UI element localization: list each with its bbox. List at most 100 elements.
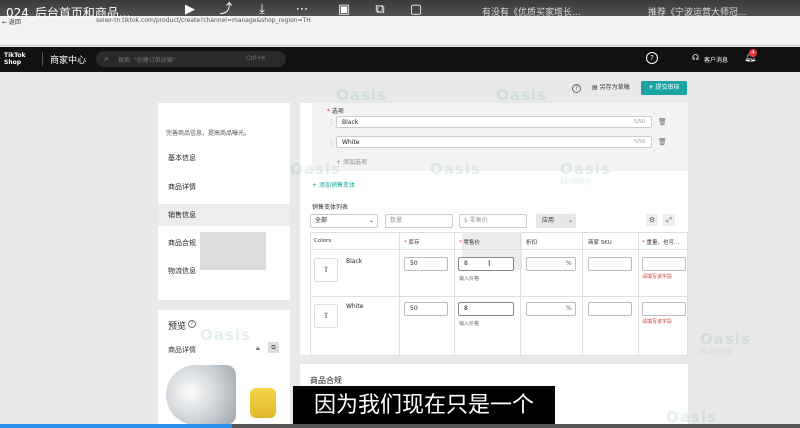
column-divider — [638, 232, 639, 356]
price-input[interactable]: 8 — [458, 302, 514, 316]
col-header-stock: * 库存 — [404, 238, 420, 246]
chevron-down-icon: ⌄ — [567, 217, 573, 224]
col-header-price-text: 零售价 — [463, 240, 481, 246]
option-input-black[interactable] — [336, 116, 652, 128]
col-header-stock-text: 库存 — [408, 240, 420, 246]
download-icon[interactable]: ⤓ — [254, 2, 270, 18]
price-hint: 输入价格 — [459, 321, 480, 327]
watermark: Oasis — [290, 160, 341, 178]
col-header-price: * 零售价 — [459, 238, 480, 246]
text-cursor-icon: I — [488, 259, 491, 268]
filter-select[interactable]: 全部 ⌄ — [310, 214, 378, 228]
percent-suffix: % — [566, 260, 572, 267]
search-shortcut: Ctrl+K — [246, 55, 266, 62]
error-message: 请填写该字段 — [642, 319, 673, 325]
variant-name: White — [346, 303, 364, 310]
submit-label: 提交审核 — [655, 84, 680, 91]
options-label-text: 选项 — [331, 108, 344, 115]
option-value: Black — [342, 119, 359, 126]
trash-icon[interactable]: 🗑︎ — [658, 138, 667, 146]
video-title: 024_后台首页和商品... — [6, 6, 131, 20]
search-placeholder: 搜索: "创建订单运输" — [118, 57, 176, 64]
preview-help-icon[interactable]: ? — [188, 320, 196, 328]
compliance-title: 商品合规 — [310, 376, 342, 385]
sku-input[interactable] — [588, 302, 632, 316]
option-input-white[interactable] — [336, 136, 652, 148]
stock-input[interactable]: 50 — [404, 257, 448, 271]
column-divider — [582, 232, 583, 356]
upload-image-button[interactable]: ⇪ — [314, 304, 338, 328]
video-subtitle: 因为我们现在只是一个 — [293, 386, 555, 426]
price-batch-input[interactable]: $ 零售价 — [459, 214, 527, 228]
options-label: * 选项 — [327, 106, 344, 115]
preview-title: 预览 — [168, 322, 187, 332]
blurred-overlay — [200, 232, 266, 270]
filter-value: 全部 — [315, 217, 328, 224]
save-draft-label: 另存为草稿 — [599, 84, 630, 91]
help-icon[interactable]: ? — [646, 52, 658, 64]
apply-button[interactable]: 应用 ⌄ — [536, 214, 576, 228]
screen-icon[interactable]: ⧉ — [372, 2, 388, 18]
copy-icon[interactable]: ⧉ — [268, 342, 279, 353]
price-input[interactable]: 8 — [458, 257, 514, 271]
add-option-label: 添加选项 — [342, 159, 367, 166]
share-icon[interactable]: ⤴ — [218, 2, 234, 18]
nav-item-sales-info[interactable]: 销售信息 — [158, 204, 290, 226]
column-divider — [399, 232, 400, 356]
watermark-cn: 绿洲跨境 — [560, 177, 592, 186]
weight-input[interactable] — [642, 302, 686, 316]
watermark: Oasis — [200, 326, 251, 344]
header-divider — [42, 52, 43, 66]
nav-item-product-details[interactable]: 商品详情 — [158, 176, 290, 198]
add-variant-button[interactable]: + 添加销售变体 — [312, 180, 355, 189]
column-divider — [454, 232, 455, 356]
draft-icon: ▤ — [592, 84, 600, 91]
lock-icon[interactable]: 🔒︎ — [256, 344, 260, 353]
video-recommend-2[interactable]: 推荐《宁波运营大师冠... — [648, 5, 747, 18]
option-value: White — [342, 139, 360, 146]
col-header-sku: 商家 SKU — [588, 240, 612, 246]
settings-icon[interactable]: ⚙ — [646, 214, 658, 226]
error-message: 请填写该字段 — [642, 274, 673, 280]
watermark: Oasis — [496, 86, 547, 104]
logo-line-1: TikTok — [4, 52, 26, 59]
col-header-weight: * 重量、也可... — [642, 238, 679, 246]
nav-item-basic-info[interactable]: 基本信息 — [158, 147, 290, 169]
submit-review-button[interactable]: ✈ 提交审核 — [641, 81, 687, 95]
logo-line-2: Shop — [4, 59, 22, 66]
watermark: Oasis — [336, 86, 387, 104]
save-draft-button[interactable]: ▤ 另存为草稿 — [588, 81, 634, 95]
watermark: Oasis — [430, 160, 481, 178]
col-header-discount: 折扣 — [526, 240, 538, 246]
weight-input[interactable] — [642, 257, 686, 271]
sku-input[interactable] — [588, 257, 632, 271]
search-icon: ⌕ — [104, 54, 110, 64]
trash-icon[interactable]: 🗑︎ — [658, 118, 667, 126]
more-icon[interactable]: ⋯ — [294, 2, 310, 18]
tiktok-shop-logo[interactable]: TikTok Shop — [4, 52, 36, 66]
video-recommend-1[interactable]: 有没有《优质买家增长... — [482, 5, 581, 18]
expand-icon[interactable]: ⤢ — [663, 214, 675, 226]
apply-label: 应用 — [542, 217, 555, 224]
stock-input[interactable]: 50 — [404, 302, 448, 316]
nav-description: 完善商品信息，提高商品曝光。 — [166, 130, 251, 137]
product-cap-image — [250, 388, 276, 418]
upload-image-button[interactable]: ⇪ — [314, 258, 338, 282]
window-icon[interactable]: ▢ — [408, 2, 424, 18]
play-icon[interactable]: ▶ — [182, 2, 198, 18]
customer-messages-link[interactable]: 客户消息 — [704, 55, 728, 64]
variant-list-title: 销售变体列表 — [312, 204, 349, 211]
stock-batch-input[interactable]: 数量 — [385, 214, 453, 228]
headset-icon[interactable]: ☊ — [692, 53, 699, 62]
video-progress-fill — [0, 424, 232, 428]
toolbar-help-icon[interactable]: ? — [572, 84, 581, 93]
variant-name: Black — [346, 258, 363, 265]
percent-suffix: % — [566, 305, 572, 312]
chevron-down-icon: ⌄ — [368, 217, 374, 224]
cast-icon[interactable]: ▣ — [336, 2, 352, 18]
row-divider — [310, 249, 688, 250]
brand-name: 商家中心 — [50, 56, 87, 66]
row-divider — [310, 296, 688, 297]
product-image — [166, 365, 236, 425]
plus-icon: + — [312, 182, 319, 189]
